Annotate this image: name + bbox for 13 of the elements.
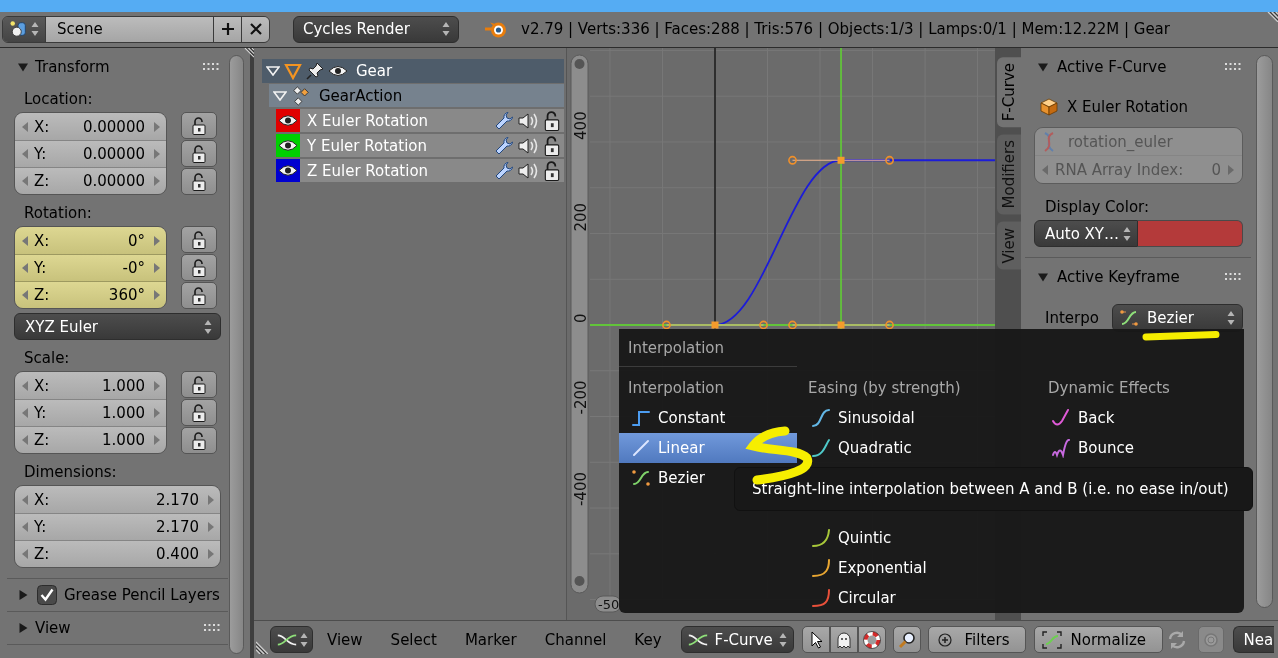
menu-section-heading: Easing (by strength): [807, 378, 962, 399]
menu-section-heading: Interpolation: [627, 378, 725, 399]
field-label: Dimensions:: [23, 462, 118, 482]
field-label: Interpo: [1045, 309, 1100, 327]
field-label: Location:: [23, 89, 94, 109]
menu-section-heading: Dynamic Effects: [1047, 378, 1171, 399]
scene-stats-text: v2.79 | Verts:336 | Faces:288 | Tris:576 | Objects:1/3 | Lamps:0/1 | Mem:12.22M | Gear: [521, 20, 1170, 38]
channel-name-label: X Euler Rotation: [1067, 98, 1189, 116]
field-label: Scale:: [23, 348, 71, 368]
tooltip: Straight-line interpolation between A and B (i.e. no ease in/out): [734, 467, 1253, 511]
field-label: Display Color:: [1044, 197, 1150, 217]
menu-title: Interpolation: [619, 329, 797, 367]
field-label: Rotation:: [23, 203, 93, 223]
